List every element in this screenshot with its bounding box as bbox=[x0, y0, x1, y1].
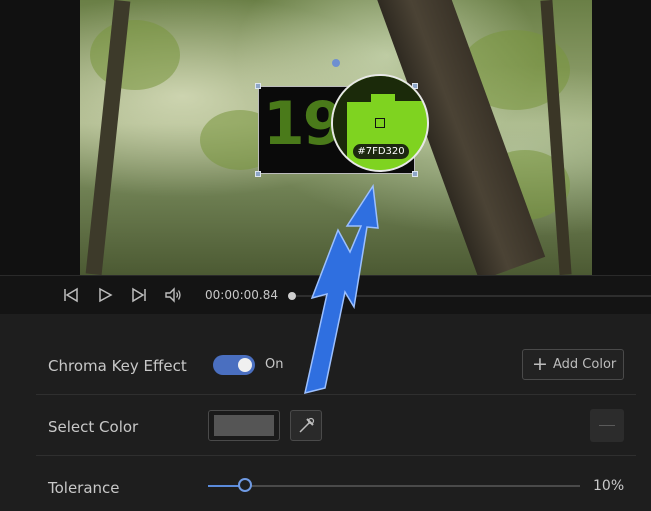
tolerance-label: Tolerance bbox=[48, 479, 120, 497]
divider bbox=[36, 394, 636, 395]
seek-knob[interactable] bbox=[288, 292, 296, 300]
divider bbox=[36, 455, 636, 456]
playback-timecode: 00:00:00.84 bbox=[205, 288, 278, 302]
chroma-key-panel: Chroma Key Effect On + Add Color Select … bbox=[0, 314, 651, 511]
magnifier-pixels bbox=[333, 102, 347, 162]
magnifier-pixels bbox=[333, 94, 371, 102]
magnifier-pixels bbox=[395, 94, 427, 101]
resize-handle-bottom-left[interactable] bbox=[255, 171, 261, 177]
toggle-state-label: On bbox=[265, 357, 284, 372]
chroma-key-effect-label: Chroma Key Effect bbox=[48, 357, 187, 375]
resize-handle-top-left[interactable] bbox=[255, 83, 261, 89]
selected-color-swatch[interactable] bbox=[208, 410, 280, 441]
rotate-handle[interactable] bbox=[332, 59, 340, 67]
color-picker-magnifier: #7FD320 bbox=[331, 74, 429, 172]
skip-back-icon[interactable] bbox=[62, 286, 80, 304]
swatch-fill bbox=[214, 415, 274, 436]
tolerance-slider-thumb[interactable] bbox=[238, 478, 253, 492]
seek-track[interactable] bbox=[296, 295, 651, 297]
add-color-button[interactable]: + Add Color bbox=[522, 349, 624, 380]
eyedropper-button[interactable] bbox=[290, 410, 322, 441]
magnifier-pixels bbox=[333, 76, 427, 94]
minus-icon bbox=[599, 425, 615, 426]
resize-handle-bottom-right[interactable] bbox=[412, 171, 418, 177]
foliage bbox=[90, 20, 180, 90]
chroma-key-toggle[interactable] bbox=[213, 355, 255, 375]
select-color-label: Select Color bbox=[48, 418, 139, 436]
volume-icon[interactable] bbox=[164, 286, 182, 304]
add-color-label: Add Color bbox=[553, 357, 617, 372]
remove-color-button[interactable] bbox=[590, 409, 624, 442]
preview-area: 19 #7FD320 bbox=[0, 0, 651, 275]
tree-trunk bbox=[540, 0, 572, 275]
toggle-knob bbox=[238, 358, 252, 372]
eyedropper-icon bbox=[299, 417, 315, 433]
skip-forward-icon[interactable] bbox=[130, 286, 148, 304]
plus-icon: + bbox=[532, 353, 548, 375]
player-controls: 00:00:00.84 bbox=[0, 275, 651, 315]
hex-color-label: #7FD320 bbox=[353, 144, 409, 159]
tolerance-value: 10% bbox=[593, 478, 625, 494]
play-icon[interactable] bbox=[96, 286, 114, 304]
tolerance-slider-track[interactable] bbox=[208, 485, 580, 487]
picker-crosshair bbox=[375, 118, 385, 128]
